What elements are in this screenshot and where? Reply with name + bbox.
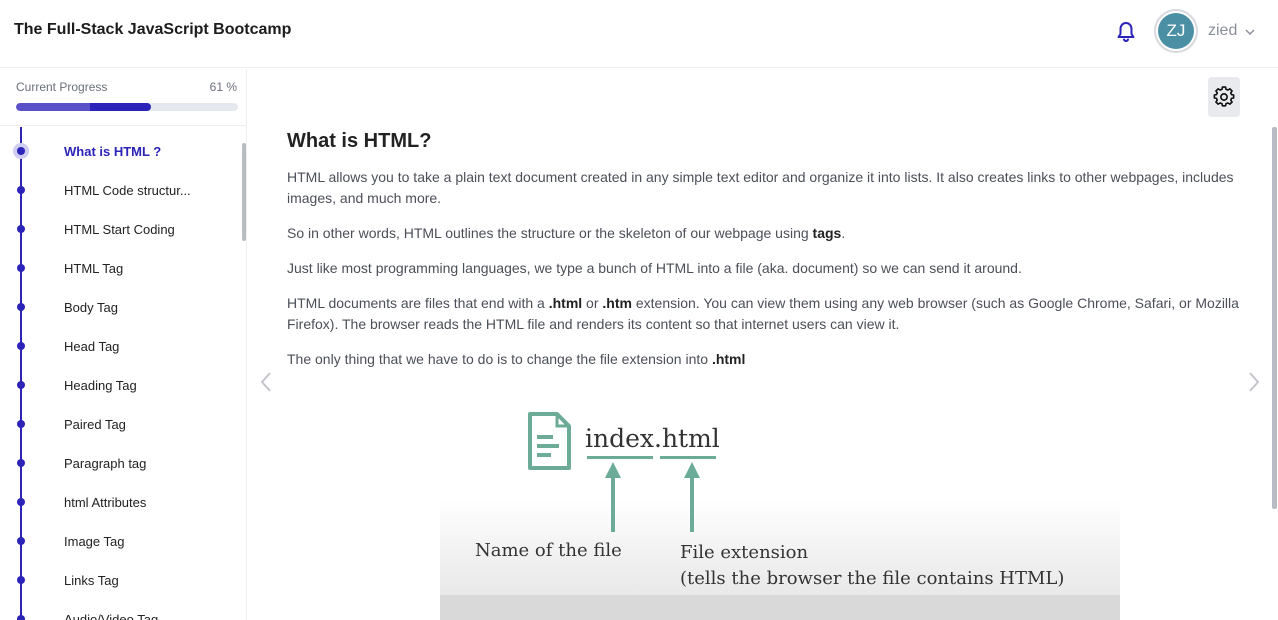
progress-bar-fill [16, 103, 152, 111]
timeline-dot-icon [17, 303, 25, 311]
filename-underline [587, 456, 653, 459]
timeline-dot-icon [17, 459, 25, 467]
chevron-right-icon[interactable] [1247, 371, 1261, 393]
arrow-up-icon [684, 462, 700, 532]
figure-background [440, 595, 1120, 620]
progress-bar [16, 103, 238, 111]
lesson-item[interactable]: What is HTML ? [0, 131, 240, 170]
lesson-item[interactable]: Paragraph tag [0, 443, 240, 482]
bold-text: tags [812, 225, 842, 241]
caption-line: (tells the browser the file contains HTM… [680, 568, 1065, 589]
lesson-item[interactable]: HTML Tag [0, 248, 240, 287]
bold-text: .html [548, 295, 583, 311]
sidebar-scrollbar[interactable] [242, 143, 246, 241]
chevron-left-icon[interactable] [259, 371, 273, 393]
paragraph: HTML documents are files that end with a… [287, 293, 1242, 335]
caption-file-extension: File extension (tells the browser the fi… [680, 540, 1064, 592]
lesson-item[interactable]: HTML Start Coding [0, 209, 240, 248]
settings-button[interactable] [1208, 77, 1240, 117]
timeline-dot-icon [17, 615, 25, 620]
arrow-up-icon [605, 462, 621, 532]
progress-value: 61 % [209, 80, 237, 94]
timeline-dot-icon [17, 381, 25, 389]
lesson-label: Audio/Video Tag [64, 612, 159, 620]
lesson-content: What is HTML? HTML allows you to take a … [287, 130, 1242, 384]
timeline-dot-icon [13, 143, 29, 159]
lesson-item[interactable]: Heading Tag [0, 365, 240, 404]
text-span: The only thing that we have to do is to … [287, 351, 712, 367]
paragraph: HTML allows you to take a plain text doc… [287, 169, 1234, 206]
timeline-dot-icon [17, 186, 25, 194]
lesson-item[interactable]: Audio/Video Tag [0, 599, 240, 620]
bell-icon[interactable] [1114, 20, 1138, 44]
lesson-label: Links Tag [64, 573, 119, 588]
app-title: The Full-Stack JavaScript Bootcamp [14, 21, 292, 38]
gear-icon [1213, 86, 1235, 107]
lesson-item[interactable]: html Attributes [0, 482, 240, 521]
lesson-list: What is HTML ? HTML Code structur... HTML … [0, 131, 240, 620]
lesson-item[interactable]: Head Tag [0, 326, 240, 365]
caption-file-name: Name of the file [475, 540, 622, 561]
paragraph: Just like most programming languages, we… [287, 260, 1022, 276]
sidebar: Current Progress 61 % What is HTML ? HTML… [0, 69, 247, 620]
figure-filename: index.html [585, 424, 720, 453]
bold-text: .htm [602, 295, 632, 311]
lesson-label: HTML Start Coding [64, 222, 175, 237]
lesson-label: Body Tag [64, 300, 118, 315]
paragraph: The only thing that we have to do is to … [287, 349, 1242, 370]
lesson-label: Heading Tag [64, 378, 137, 393]
lesson-item[interactable]: Image Tag [0, 521, 240, 560]
document-icon [528, 412, 571, 470]
text-span: So in other words, HTML outlines the str… [287, 225, 813, 241]
lesson-item[interactable]: Links Tag [0, 560, 240, 599]
text-span: or [582, 295, 603, 311]
timeline-dot-icon [17, 537, 25, 545]
avatar-initials: ZJ [1158, 13, 1194, 49]
lesson-item[interactable]: HTML Code structur... [0, 170, 240, 209]
lesson-label: html Attributes [64, 495, 147, 510]
lesson-label: What is HTML ? [64, 144, 162, 159]
timeline-dot-icon [17, 420, 25, 428]
text-span: . [841, 225, 846, 241]
lesson-label: Paragraph tag [64, 456, 147, 471]
extension-underline [660, 456, 716, 459]
main-scrollbar[interactable] [1272, 127, 1277, 509]
bold-text: .html [711, 351, 746, 367]
timeline-dot-icon [17, 498, 25, 506]
avatar[interactable]: ZJ [1154, 9, 1198, 53]
divider [0, 125, 246, 126]
lesson-figure: index.html Name of the file File extensi… [440, 400, 1120, 620]
lesson-label: HTML Tag [64, 261, 124, 276]
text-span: HTML documents are files that end with a [287, 295, 549, 311]
username[interactable]: zied [1208, 22, 1237, 40]
timeline-dot-icon [17, 576, 25, 584]
timeline-dot-icon [17, 342, 25, 350]
caption-line: File extension [680, 542, 809, 563]
lesson-label: Paired Tag [64, 417, 126, 432]
paragraph: So in other words, HTML outlines the str… [287, 223, 1242, 244]
lesson-item[interactable]: Body Tag [0, 287, 240, 326]
lesson-label: HTML Code structur... [64, 183, 191, 198]
timeline-dot-icon [17, 264, 25, 272]
chevron-down-icon[interactable] [1245, 28, 1255, 36]
lesson-title: What is HTML? [287, 130, 432, 152]
lesson-item[interactable]: Paired Tag [0, 404, 240, 443]
top-bar: The Full-Stack JavaScript Bootcamp ZJ zi… [0, 0, 1278, 68]
lesson-label: Head Tag [64, 339, 120, 354]
progress-label: Current Progress [16, 80, 108, 94]
timeline-dot-icon [17, 225, 25, 233]
lesson-label: Image Tag [64, 534, 125, 549]
